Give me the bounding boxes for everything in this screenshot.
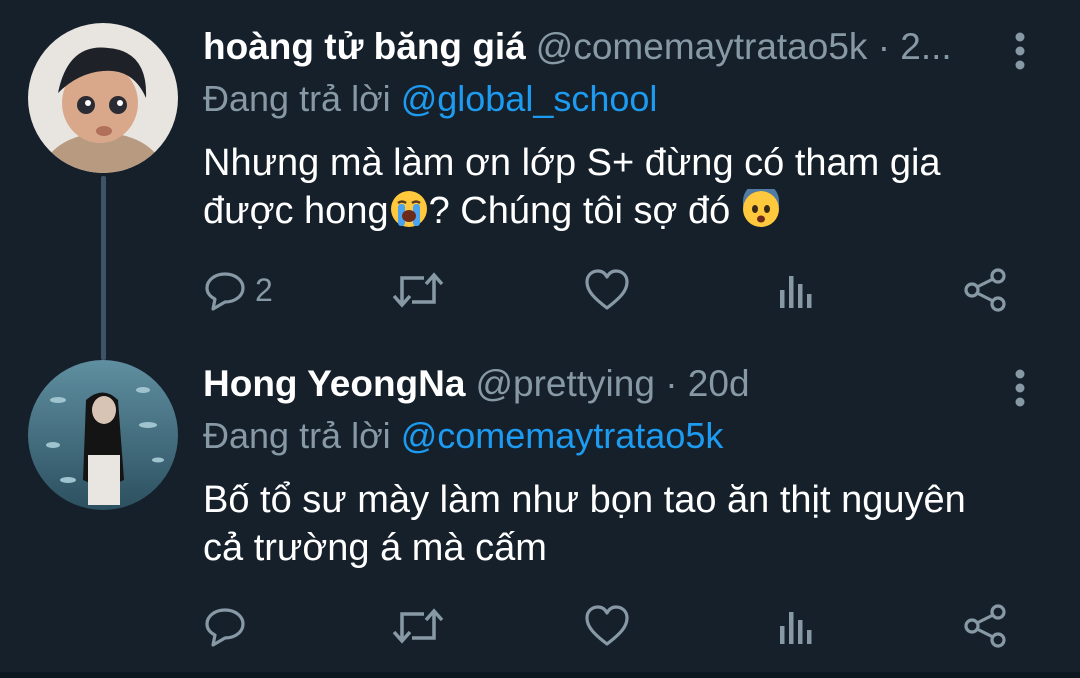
tweet-header: Hong YeongNa @prettying · 20d (203, 362, 750, 406)
heart-icon (585, 605, 629, 646)
like-button[interactable] (584, 601, 630, 651)
tweet-header: hoàng tử băng giá @comemaytratao5k · 2... (203, 25, 952, 69)
user-handle[interactable]: @comemaytratao5k · 2... (536, 26, 952, 67)
analytics-icon (780, 612, 812, 644)
tweet-text: Nhưng mà làm ơn lớp S+ đừng có tham gia … (203, 139, 1023, 235)
share-button[interactable] (962, 601, 1010, 651)
mention-link[interactable]: @comemaytratao5k (401, 415, 724, 456)
more-options-icon[interactable] (1005, 27, 1035, 77)
tweet-text-line: cả trường á mà cấm (203, 527, 547, 569)
reply-icon (205, 272, 245, 311)
replying-to-label: Đang trả lời (203, 415, 391, 456)
analytics-button[interactable] (776, 601, 816, 651)
retweet-button[interactable] (392, 265, 444, 315)
display-name[interactable]: hoàng tử băng giá (203, 26, 526, 67)
retweet-icon (392, 608, 444, 644)
divider (0, 672, 1080, 678)
retweet-button[interactable] (392, 601, 444, 651)
analytics-button[interactable] (776, 265, 816, 315)
heart-icon (585, 269, 629, 310)
reply-button[interactable] (203, 601, 255, 651)
tweet-text-line: Nhưng mà làm ơn lớp S+ đừng có tham gia (203, 142, 941, 184)
tweet-text-line: được hong ? Chúng tôi sợ đó (203, 187, 1023, 235)
display-name[interactable]: Hong YeongNa (203, 363, 465, 404)
avatar[interactable] (28, 360, 178, 510)
avatar[interactable] (28, 23, 178, 173)
replying-to-label: Đang trả lời (203, 78, 391, 119)
mention-link[interactable]: @global_school (401, 78, 658, 119)
reply-button[interactable]: 2 (203, 265, 273, 315)
tweet-text-line: Bố tổ sư mày làm như bọn tao ăn thịt ngu… (203, 479, 966, 521)
tweet-text: Bố tổ sư mày làm như bọn tao ăn thịt ngu… (203, 476, 1023, 572)
user-handle[interactable]: @prettying · 20d (475, 363, 749, 404)
replying-to: Đang trả lời @global_school (203, 77, 657, 121)
share-icon (964, 604, 1006, 648)
retweet-icon (392, 272, 444, 308)
replying-to: Đang trả lời @comemaytratao5k (203, 414, 723, 458)
more-options-icon[interactable] (1005, 364, 1035, 414)
tweet-text-fragment: được hong (203, 190, 389, 232)
share-icon (964, 268, 1006, 312)
analytics-icon (780, 276, 812, 308)
loudly-crying-face-icon (390, 191, 427, 227)
reply-icon (205, 608, 245, 647)
like-button[interactable] (584, 265, 630, 315)
tweet-text-fragment: ? Chúng tôi sợ đó (428, 190, 741, 232)
anxious-face-icon (742, 189, 779, 227)
reply-count: 2 (255, 271, 273, 308)
tweet-actions (0, 601, 1080, 651)
tweet-actions: 2 (0, 265, 1080, 315)
share-button[interactable] (962, 265, 1010, 315)
